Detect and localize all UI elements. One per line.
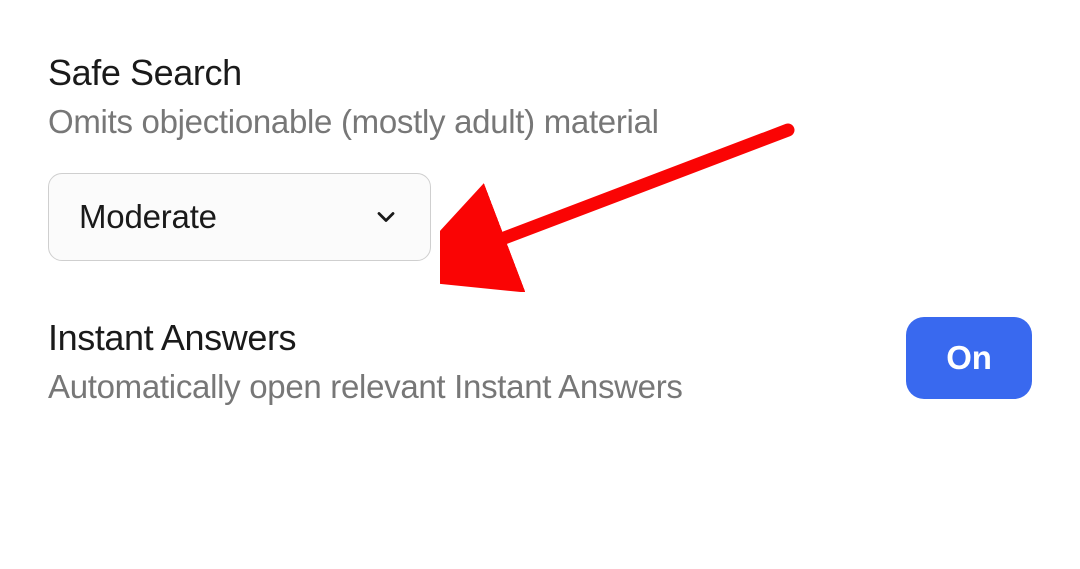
instant-answers-title: Instant Answers <box>48 315 683 360</box>
instant-answers-text: Instant Answers Automatically open relev… <box>48 315 683 410</box>
safe-search-description: Omits objectionable (mostly adult) mater… <box>48 99 808 145</box>
safe-search-text: Safe Search Omits objectionable (mostly … <box>48 50 808 261</box>
safe-search-selected-value: Moderate <box>79 198 217 236</box>
instant-answers-toggle[interactable]: On <box>906 317 1032 399</box>
instant-answers-description: Automatically open relevant Instant Answ… <box>48 364 683 410</box>
safe-search-title: Safe Search <box>48 50 808 95</box>
chevron-down-icon <box>372 203 400 231</box>
safe-search-dropdown[interactable]: Moderate <box>48 173 431 261</box>
instant-answers-setting: Instant Answers Automatically open relev… <box>48 315 1032 410</box>
safe-search-setting: Safe Search Omits objectionable (mostly … <box>48 50 1032 261</box>
